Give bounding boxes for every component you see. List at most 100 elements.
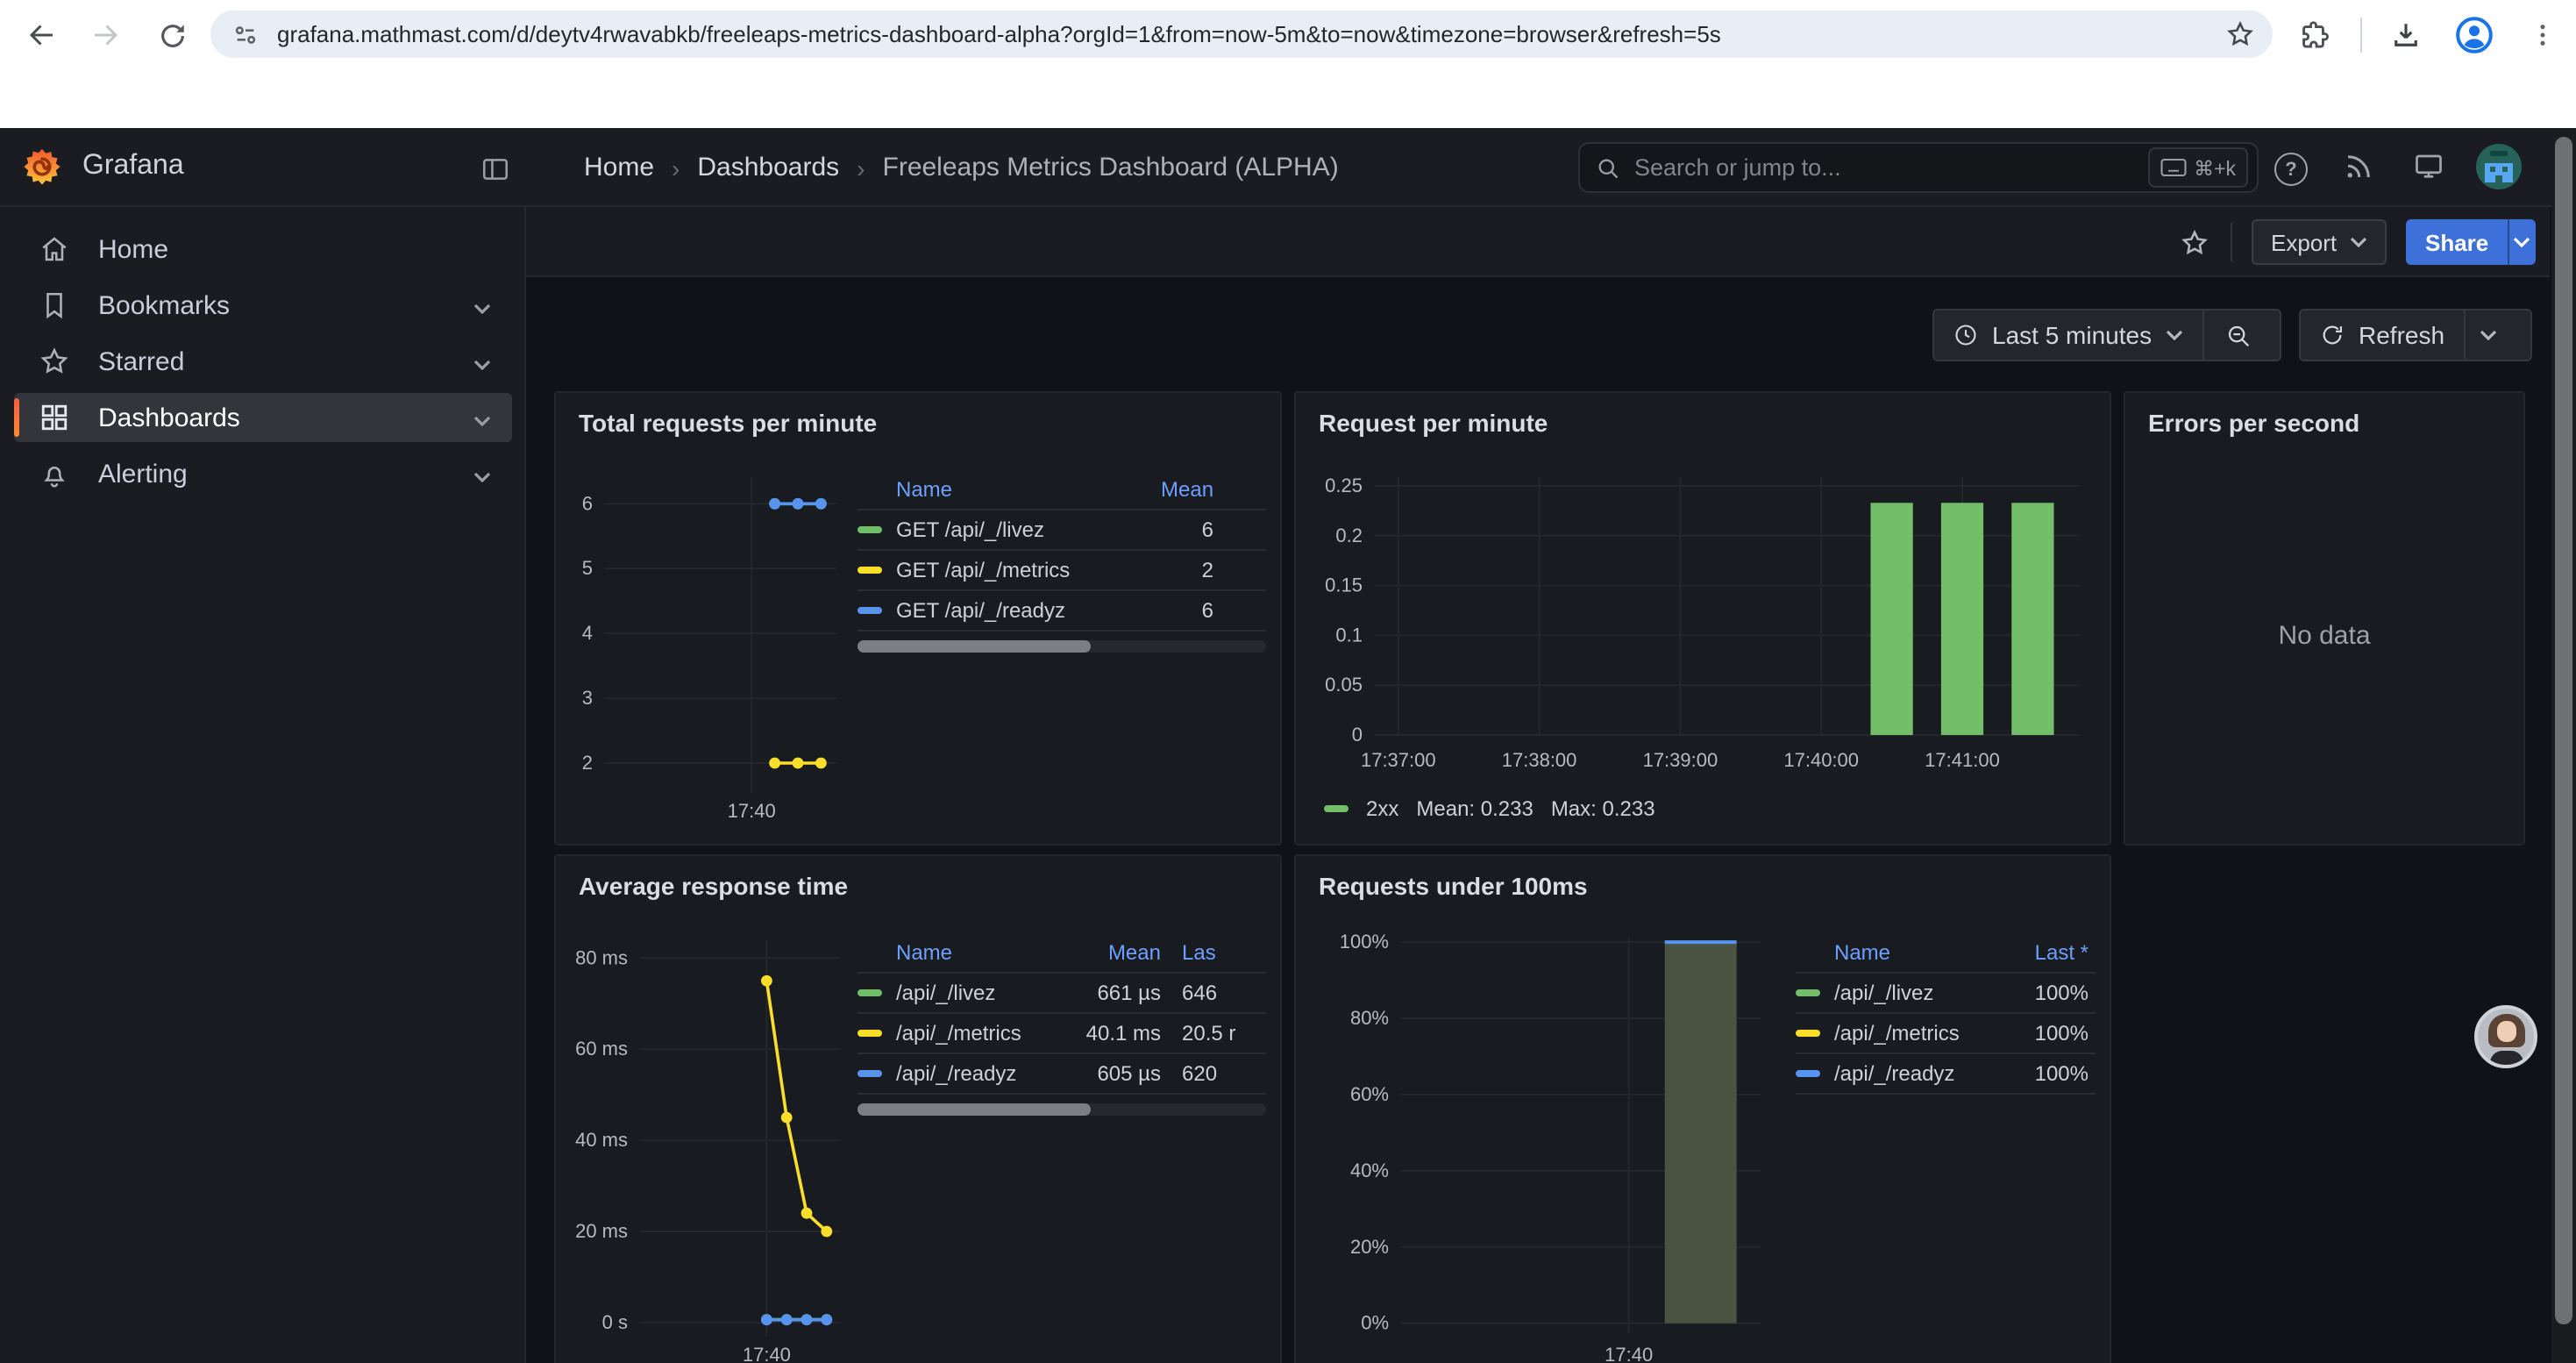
refresh-interval-dropdown[interactable]	[2466, 310, 2511, 360]
legend-row[interactable]: GET /api/_/livez6	[857, 510, 1266, 551]
series-value: 6	[1161, 517, 1266, 542]
breadcrumb-separator: ›	[672, 153, 680, 182]
legend-column-header[interactable]: Name	[1796, 940, 1990, 965]
series-name: 2xx	[1366, 796, 1398, 821]
legend-scrollbar[interactable]	[857, 1103, 1266, 1116]
zoom-out-button[interactable]	[2204, 310, 2271, 360]
svg-text:17:40:00: 17:40:00	[1783, 749, 1859, 771]
chevron-down-icon[interactable]	[473, 346, 491, 376]
bar-chart: 0.250.20.150.10.05017:37:0017:38:0017:39…	[1303, 460, 2106, 796]
user-avatar[interactable]	[2476, 144, 2522, 189]
legend-column-header[interactable]: Las	[1161, 940, 1266, 965]
chevron-down-icon[interactable]	[473, 290, 491, 320]
back-icon[interactable]	[21, 14, 63, 56]
sidebar-item-alerting[interactable]: Alerting	[14, 449, 512, 498]
chevron-down-icon[interactable]	[473, 459, 491, 489]
legend-row[interactable]: /api/_/metrics100%	[1796, 1014, 2096, 1054]
reload-icon[interactable]	[151, 14, 193, 56]
svg-text:17:40: 17:40	[1605, 1344, 1653, 1363]
page-scrollbar-thumb[interactable]	[2555, 137, 2572, 1324]
panel-legend[interactable]: 2xxMean: 0.233Max: 0.233	[1324, 796, 1655, 821]
bookmark-star-icon[interactable]	[2225, 19, 2255, 49]
series-value: 20.5 r	[1161, 1021, 1266, 1045]
legend-row[interactable]: GET /api/_/metrics2	[857, 551, 1266, 591]
profile-icon[interactable]	[2451, 12, 2497, 58]
series-value: 620	[1161, 1061, 1266, 1086]
panel-title[interactable]: Requests under 100ms	[1319, 872, 1588, 900]
legend-row[interactable]: GET /api/_/readyz6	[857, 591, 1266, 632]
svg-text:6: 6	[582, 492, 593, 514]
sidebar-toggle-icon[interactable]	[480, 154, 510, 193]
sidebar-item-dashboards[interactable]: Dashboards	[14, 393, 512, 442]
legend-row[interactable]: /api/_/livez661 µs646	[857, 974, 1266, 1014]
panel-title[interactable]: Request per minute	[1319, 409, 1548, 437]
sidebar: Home Bookmarks Starred Dashboards Alerting	[0, 207, 526, 1363]
legend-scrollbar[interactable]	[857, 640, 1266, 653]
help-icon[interactable]: ?	[2274, 153, 2308, 186]
breadcrumb-item[interactable]: Home	[584, 153, 654, 182]
svg-text:17:40: 17:40	[728, 800, 776, 822]
svg-text:3: 3	[582, 687, 593, 709]
series-color-swatch	[1796, 1070, 1820, 1077]
breadcrumb-item[interactable]: Freeleaps Metrics Dashboard (ALPHA)	[883, 153, 1339, 182]
brand-title[interactable]: Grafana	[82, 151, 184, 182]
kiosk-monitor-icon[interactable]	[2413, 151, 2444, 182]
panel-title[interactable]: Average response time	[579, 872, 848, 900]
chevron-down-icon[interactable]	[473, 403, 491, 432]
forward-icon[interactable]	[84, 14, 126, 56]
extensions-icon[interactable]	[2294, 14, 2336, 56]
series-value: 100%	[1990, 981, 2096, 1005]
url-bar[interactable]: grafana.mathmast.com/d/deytv4rwavabkb/fr…	[210, 11, 2273, 58]
svg-text:0.2: 0.2	[1335, 525, 1363, 546]
legend-row[interactable]: /api/_/metrics40.1 ms20.5 r	[857, 1014, 1266, 1054]
browser-menu-icon[interactable]	[2522, 14, 2564, 56]
series-color-swatch	[857, 989, 882, 996]
time-range-picker[interactable]: Last 5 minutes	[1934, 310, 2202, 360]
sidebar-item-starred[interactable]: Starred	[14, 337, 512, 386]
breadcrumb-separator: ›	[857, 153, 865, 182]
svg-text:0.05: 0.05	[1325, 674, 1363, 696]
favorite-star-icon[interactable]	[2180, 228, 2210, 267]
breadcrumb-item[interactable]: Dashboards	[697, 153, 839, 182]
legend-row[interactable]: /api/_/readyz100%	[1796, 1054, 2096, 1095]
downloads-icon[interactable]	[2385, 14, 2427, 56]
panel-title[interactable]: Errors per second	[2148, 409, 2359, 437]
series-name: GET /api/_/metrics	[896, 558, 1161, 582]
share-button[interactable]: Share	[2406, 229, 2508, 255]
legend-column-header[interactable]: Name	[857, 477, 1161, 502]
legend-column-header[interactable]: Mean	[1161, 477, 1266, 502]
svg-text:100%: 100%	[1340, 931, 1389, 953]
legend-column-header[interactable]: Last *	[1990, 940, 2096, 965]
sidebar-item-home[interactable]: Home	[14, 225, 512, 274]
legend-row[interactable]: /api/_/readyz605 µs620	[857, 1054, 1266, 1095]
series-color-swatch	[857, 1030, 882, 1037]
panel-title[interactable]: Total requests per minute	[579, 409, 877, 437]
series-color-swatch	[1796, 1030, 1820, 1037]
sidebar-item-label: Home	[98, 234, 512, 264]
bell-icon	[39, 458, 70, 489]
sidebar-item-bookmarks[interactable]: Bookmarks	[14, 281, 512, 330]
area-chart: 100%80%60%40%20%0%17:40	[1303, 923, 1811, 1363]
url-text[interactable]: grafana.mathmast.com/d/deytv4rwavabkb/fr…	[277, 21, 2225, 47]
grafana-logo-icon[interactable]	[23, 147, 61, 186]
legend-column-header[interactable]: Mean	[1038, 940, 1161, 965]
series-name: /api/_/livez	[1834, 981, 1990, 1005]
chevron-down-icon	[2480, 330, 2497, 340]
search-input[interactable]: Search or jump to... ⌘+k	[1578, 142, 2259, 193]
legend-row[interactable]: /api/_/livez100%	[1796, 974, 2096, 1014]
chevron-down-icon	[2166, 330, 2183, 340]
grid-icon	[39, 402, 70, 433]
svg-text:17:39:00: 17:39:00	[1643, 749, 1719, 771]
zoom-out-icon	[2224, 322, 2251, 348]
site-info-icon[interactable]	[231, 20, 260, 48]
refresh-button[interactable]: Refresh	[2301, 310, 2464, 360]
news-rss-icon[interactable]	[2343, 151, 2374, 182]
panel-legend: NameMeanGET /api/_/livez6GET /api/_/metr…	[857, 470, 1266, 653]
share-dropdown-button[interactable]	[2509, 237, 2536, 247]
panel-request-per-minute: Request per minute 0.250.20.150.10.05017…	[1294, 391, 2111, 846]
export-button[interactable]: Export	[2252, 219, 2386, 265]
legend-column-header[interactable]: Name	[857, 940, 1038, 965]
svg-text:20%: 20%	[1350, 1236, 1389, 1258]
assistant-avatar[interactable]	[2474, 1005, 2537, 1068]
svg-text:0 s: 0 s	[602, 1311, 628, 1333]
